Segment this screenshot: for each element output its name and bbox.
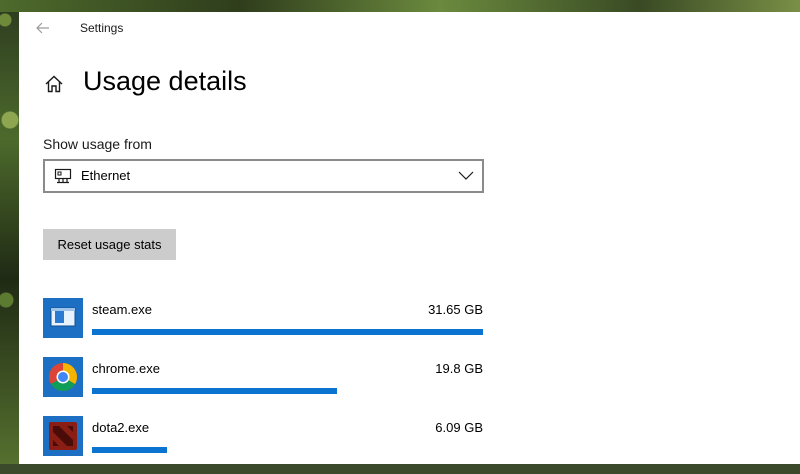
app-name: chrome.exe [92,361,160,376]
chrome-app-icon [43,357,83,397]
dropdown-selected-value: Ethernet [81,168,131,183]
usage-from-dropdown[interactable]: Ethernet [43,159,484,193]
app-usage-row[interactable]: steam.exe 31.65 GB [43,298,483,356]
usage-bar-fill [92,329,483,335]
desktop-wallpaper-strip [0,0,800,12]
page-title: Usage details [83,66,247,96]
usage-bar [92,388,483,394]
app-usage-row[interactable]: dota2.exe 6.09 GB [43,416,483,474]
window-title: Settings [80,21,124,35]
app-usage-size: 19.8 GB [435,361,483,376]
usage-from-label: Show usage from [43,136,152,152]
usage-bar [92,329,483,335]
back-arrow-icon [36,22,49,34]
chevron-down-icon [458,171,474,180]
home-icon[interactable] [44,74,64,94]
app-usage-size: 6.09 GB [435,420,483,435]
app-usage-size: 31.65 GB [428,302,483,317]
app-usage-row[interactable]: chrome.exe 19.8 GB [43,357,483,415]
dota2-app-icon [43,416,83,456]
reset-usage-stats-button[interactable]: Reset usage stats [43,229,176,260]
steam-app-icon [43,298,83,338]
usage-bar-fill [92,388,337,394]
back-button[interactable] [31,18,55,38]
usage-bar-fill [92,447,168,453]
app-name: steam.exe [92,302,152,317]
ethernet-icon [54,168,72,184]
title-bar: Settings [19,12,800,44]
usage-bar [92,447,483,453]
settings-window: Settings Usage details Show usage from E… [19,12,800,464]
app-name: dota2.exe [92,420,150,435]
